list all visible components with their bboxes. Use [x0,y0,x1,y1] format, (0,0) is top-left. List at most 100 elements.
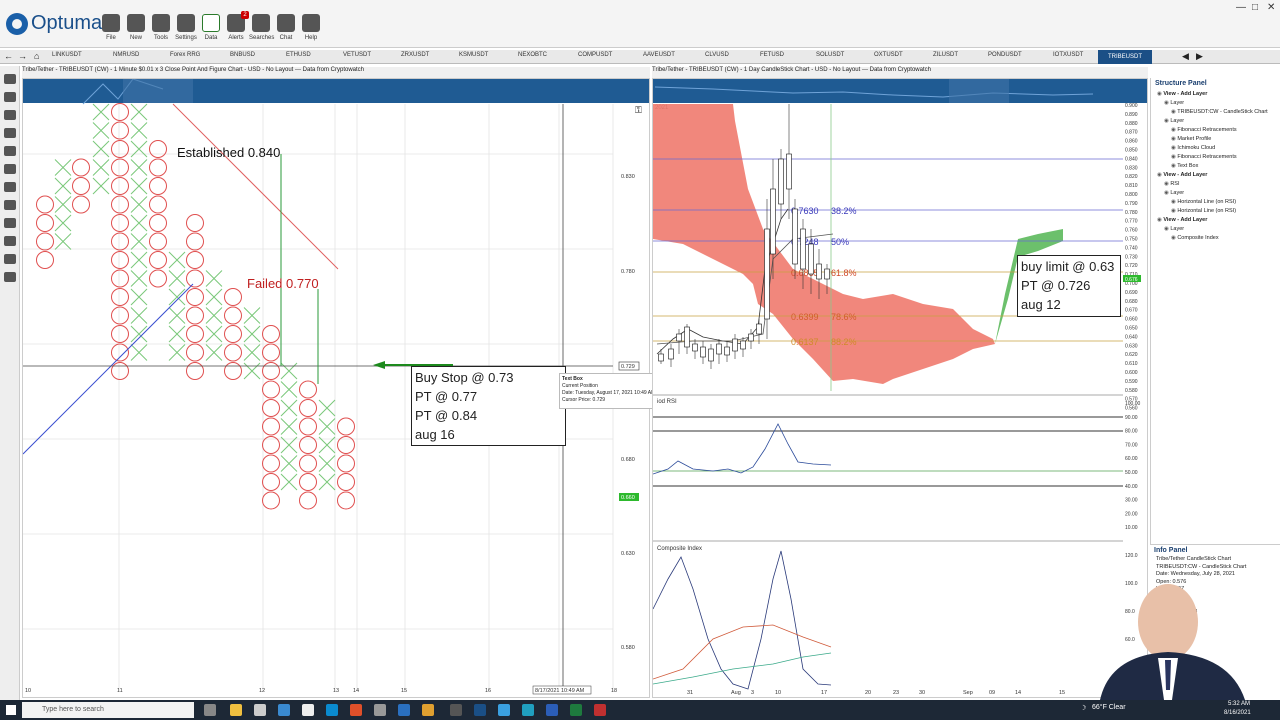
file-button[interactable]: File [99,14,123,41]
cs-price-tick: 0.720 [1125,263,1138,269]
chat-button[interactable]: Chat [274,14,298,41]
minimize-icon[interactable]: — [1236,2,1246,13]
tab-oxtusdt[interactable]: OXTUSDT [874,52,903,58]
browser-icon[interactable] [398,704,410,716]
clock-date[interactable]: 8/16/2021 [1224,710,1251,716]
structure-tree-item[interactable]: ◉ RSI [1157,180,1279,189]
brave-icon[interactable] [350,704,362,716]
task-view-icon[interactable] [204,704,216,716]
help-button[interactable]: Help [299,14,323,41]
structure-tree-item[interactable]: ◉ View - Add Layer [1157,90,1279,99]
failed-annotation[interactable]: Failed 0.770 [247,276,319,291]
tab-nmrusd[interactable]: NMRUSD [113,52,139,58]
tab-ethusd[interactable]: ETHUSD [286,52,311,58]
weather-icon[interactable]: ☽ [1080,704,1086,712]
tab-zilusdt[interactable]: ZILUSDT [933,52,958,58]
list-icon[interactable] [3,254,16,264]
tab-compusdt[interactable]: COMPUSDT [578,52,612,58]
excel-icon[interactable] [570,704,582,716]
structure-tree-item[interactable]: ◉ Horizontal Line (on RSI) [1157,207,1279,216]
candlestick-chart[interactable]: 2021 0.763038.2%0.724850%0.686561.8%0.63… [652,78,1148,698]
settings-button[interactable]: Settings [174,14,198,41]
tab-ksmusdt[interactable]: KSMUSDT [459,52,488,58]
forward-arrow-icon[interactable]: → [18,51,27,61]
structure-tree-item[interactable]: ◉ Horizontal Line (on RSI) [1157,198,1279,207]
structure-tree-item[interactable]: ◉ Market Profile [1157,135,1279,144]
home-icon[interactable]: ⌂ [34,51,39,61]
word-icon[interactable] [546,704,558,716]
structure-tree-item[interactable]: ◉ Layer [1157,99,1279,108]
structure-tree-item[interactable]: ◉ Fibonacci Retracements [1157,153,1279,162]
text-tool-icon[interactable] [3,74,16,84]
clock-time[interactable]: 5:32 AM [1228,701,1250,707]
tab-forex-rrg[interactable]: Forex RRG [170,52,200,58]
data-button[interactable]: Data [199,14,223,41]
print-icon[interactable] [3,110,16,120]
new-button[interactable]: New [124,14,148,41]
structure-tree-item[interactable]: ◉ Text Box [1157,162,1279,171]
pf-text-box[interactable]: Buy Stop @ 0.73 PT @ 0.77 PT @ 0.84 aug … [411,366,566,446]
edge-icon[interactable] [326,704,338,716]
save-icon[interactable] [3,92,16,102]
zoom-icon[interactable] [498,704,510,716]
optuma-taskbar-icon[interactable] [474,704,486,716]
file-explorer-icon[interactable] [230,704,242,716]
cs-chart-canvas[interactable]: 2021 0.763038.2%0.724850%0.686561.8%0.63… [653,79,1149,699]
redo-icon[interactable] [3,146,16,156]
structure-tree-item[interactable]: ◉ View - Add Layer [1157,171,1279,180]
lock-icon[interactable]: ⚿ [635,105,642,116]
tab-scroll-right-icon[interactable]: ▶ [1196,51,1203,62]
cs-navigator-window[interactable] [949,79,1009,103]
maximize-icon[interactable]: □ [1252,2,1258,13]
tab-pondusdt[interactable]: PONDUSDT [988,52,1022,58]
close-icon[interactable]: ✕ [1267,2,1275,13]
grid-icon[interactable] [3,218,16,228]
established-annotation[interactable]: Established 0.840 [177,145,280,160]
structure-tree-item[interactable]: ◉ TRIBEUSDT:CW - CandleStick Chart [1157,108,1279,117]
structure-tree-item[interactable]: ◉ Layer [1157,117,1279,126]
pf-navigator-window[interactable] [123,79,193,103]
undo-icon[interactable] [3,128,16,138]
structure-tree-item[interactable]: ◉ Fibonacci Retracements [1157,126,1279,135]
weather-text[interactable]: 66°F Clear [1092,704,1126,711]
alerts-button[interactable]: 2 Alerts [224,11,249,41]
searches-button[interactable]: Searches [249,14,274,41]
notes-icon[interactable] [374,704,386,716]
lock-icon[interactable] [3,200,16,210]
structure-tree-item[interactable]: ◉ Layer [1157,225,1279,234]
tab-fetusd[interactable]: FETUSD [760,52,784,58]
cloud-app-icon[interactable] [522,704,534,716]
tab-scroll-left-icon[interactable]: ◀ [1182,51,1189,62]
tab-nexobtc[interactable]: NEXOBTC [518,52,547,58]
recorder-icon[interactable] [594,704,606,716]
terminal-icon[interactable] [450,704,462,716]
point-figure-chart[interactable]: 0.830 0.780 0.729 0.680 0.660 0.630 0.580 10 11… [22,78,669,698]
chrome-icon[interactable] [422,704,434,716]
back-arrow-icon[interactable]: ← [4,51,13,61]
eraser-icon[interactable] [3,236,16,246]
structure-tree-item[interactable]: ◉ Ichimoku Cloud [1157,144,1279,153]
pf-x-box [130,140,148,158]
tab-zrxusdt[interactable]: ZRXUSDT [401,52,429,58]
cs-text-box[interactable]: buy limit @ 0.63 PT @ 0.726 aug 12 [1017,255,1121,317]
structure-tree-item[interactable]: ◉ Composite Index [1157,234,1279,243]
tab-linkusdt[interactable]: LINKUSDT [52,52,82,58]
tab-solusdt[interactable]: SOLUSDT [816,52,844,58]
structure-tree-item[interactable]: ◉ Layer [1157,189,1279,198]
pen-tool-icon[interactable] [3,164,16,174]
structure-tree-item[interactable]: ◉ View - Add Layer [1157,216,1279,225]
taskbar-search[interactable]: Type here to search [22,702,194,718]
maps-icon[interactable] [302,704,314,716]
store-icon[interactable] [254,704,266,716]
tools-button[interactable]: Tools [149,14,173,41]
tab-vetusdt[interactable]: VETUSDT [343,52,371,58]
tab-bnbusd[interactable]: BNBUSD [230,52,255,58]
tab-tribeusdt[interactable]: TRIBEUSDT [1098,50,1153,64]
tab-iotxusdt[interactable]: IOTXUSDT [1053,52,1083,58]
checklist-icon[interactable] [3,272,16,282]
tab-aaveusdt[interactable]: AAVEUSDT [643,52,675,58]
tab-clvusd[interactable]: CLVUSD [705,52,729,58]
windows-start-icon[interactable] [6,705,16,715]
crosshair-icon[interactable] [3,182,16,192]
mail-icon[interactable] [278,704,290,716]
